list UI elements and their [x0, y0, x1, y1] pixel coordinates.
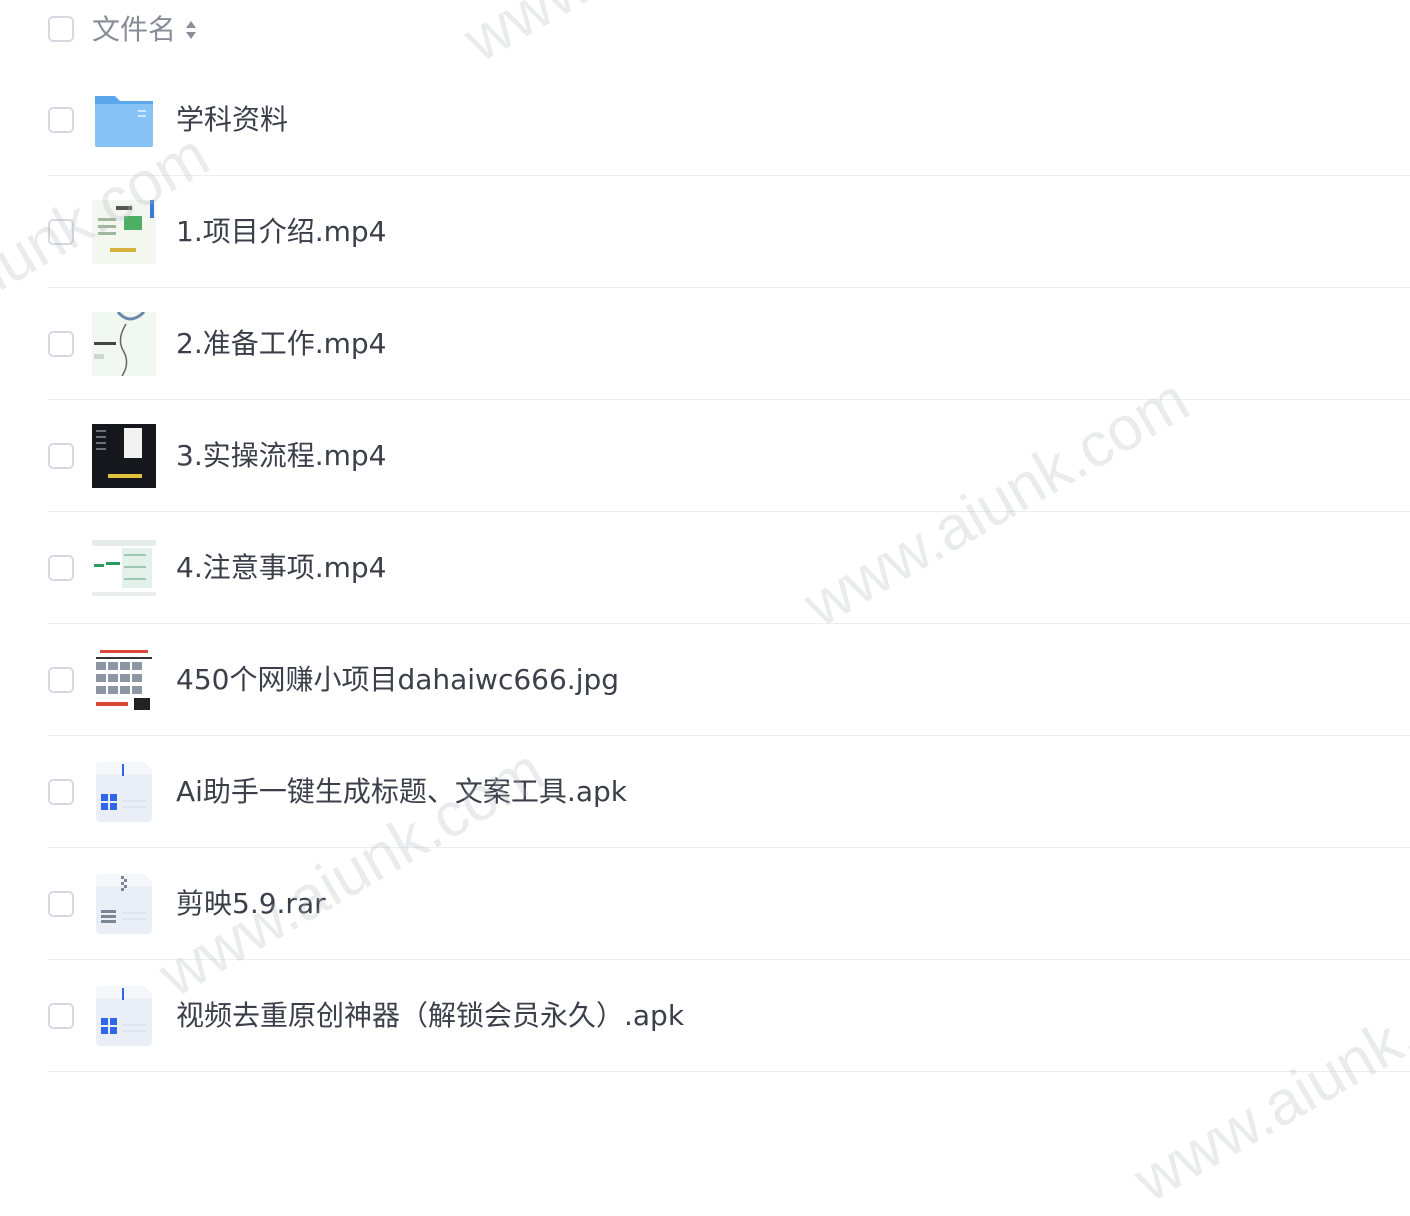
file-row[interactable]: 4.注意事项.mp4: [0, 512, 1410, 624]
file-name[interactable]: 2.准备工作.mp4: [176, 288, 386, 400]
file-row[interactable]: 2.准备工作.mp4: [0, 288, 1410, 400]
video-thumbnail: [92, 424, 156, 488]
video-thumbnail: [92, 312, 156, 376]
file-row[interactable]: 450个网赚小项目dahaiwc666.jpg: [0, 624, 1410, 736]
file-list-header: 文件名: [0, 0, 1410, 62]
file-list: 学科资料 1.项目介绍.mp4 2.准备工作.mp4 3.实操流程.mp4 4.…: [0, 64, 1410, 1072]
file-name[interactable]: 3.实操流程.mp4: [176, 400, 386, 512]
row-checkbox[interactable]: [48, 779, 74, 805]
file-name[interactable]: 剪映5.9.rar: [176, 848, 326, 960]
file-name[interactable]: 1.项目介绍.mp4: [176, 176, 386, 288]
row-checkbox[interactable]: [48, 555, 74, 581]
apk-file-icon: [92, 984, 156, 1048]
video-thumbnail: [92, 200, 156, 264]
select-all-checkbox[interactable]: [48, 16, 74, 42]
file-row[interactable]: 学科资料: [0, 64, 1410, 176]
file-name[interactable]: 学科资料: [176, 64, 288, 176]
row-checkbox[interactable]: [48, 219, 74, 245]
row-checkbox[interactable]: [48, 331, 74, 357]
file-name[interactable]: 4.注意事项.mp4: [176, 512, 386, 624]
file-row[interactable]: 视频去重原创神器（解锁会员永久）.apk: [0, 960, 1410, 1072]
file-row[interactable]: Ai助手一键生成标题、文案工具.apk: [0, 736, 1410, 848]
file-row[interactable]: 剪映5.9.rar: [0, 848, 1410, 960]
file-name[interactable]: 视频去重原创神器（解锁会员永久）.apk: [176, 960, 684, 1072]
file-row[interactable]: 3.实操流程.mp4: [0, 400, 1410, 512]
folder-icon: [92, 88, 156, 152]
file-name[interactable]: Ai助手一键生成标题、文案工具.apk: [176, 736, 627, 848]
row-checkbox[interactable]: [48, 1003, 74, 1029]
video-thumbnail: [92, 536, 156, 600]
file-row[interactable]: 1.项目介绍.mp4: [0, 176, 1410, 288]
image-thumbnail: [92, 648, 156, 712]
archive-file-icon: [92, 872, 156, 936]
column-header-filename[interactable]: 文件名: [92, 12, 176, 48]
apk-file-icon: [92, 760, 156, 824]
sort-icon[interactable]: [184, 19, 198, 41]
row-checkbox[interactable]: [48, 443, 74, 469]
row-checkbox[interactable]: [48, 667, 74, 693]
row-checkbox[interactable]: [48, 107, 74, 133]
file-name[interactable]: 450个网赚小项目dahaiwc666.jpg: [176, 624, 619, 736]
row-checkbox[interactable]: [48, 891, 74, 917]
